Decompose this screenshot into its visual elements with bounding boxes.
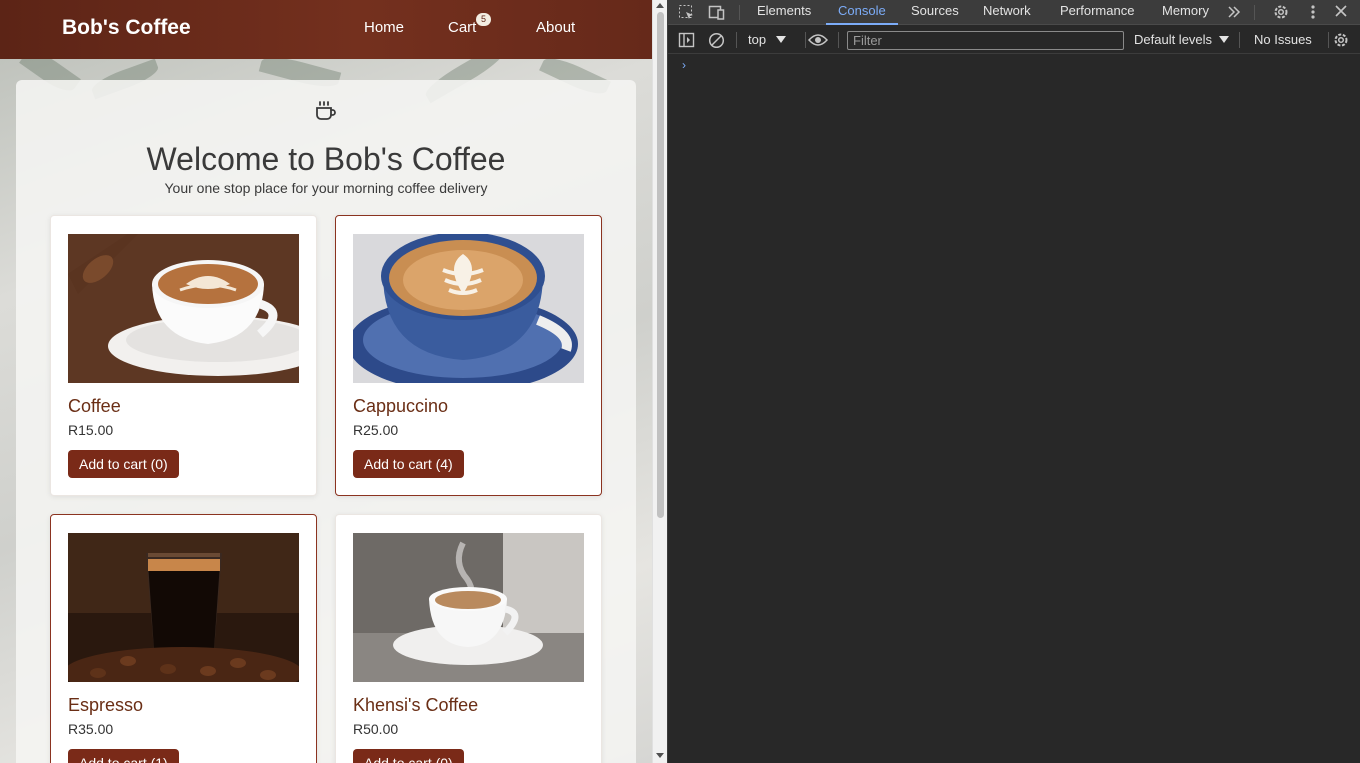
page-viewport: Bob's Coffee Home Cart 5 About Welcome t…	[0, 0, 652, 763]
nav-home-link[interactable]: Home	[364, 19, 404, 36]
close-devtools-icon[interactable]	[1334, 4, 1348, 18]
coffee-cup-icon	[316, 101, 336, 120]
add-to-cart-button[interactable]: Add to cart (1)	[68, 749, 179, 763]
toolbar-divider	[739, 5, 740, 20]
product-name: Cappuccino	[353, 396, 449, 416]
context-select-value: top	[748, 32, 767, 47]
brand-logo[interactable]: Bob's Coffee	[62, 16, 191, 40]
chevron-down-icon	[775, 36, 786, 43]
nav-cart-link[interactable]: Cart	[448, 19, 476, 36]
product-price: R25.00	[353, 422, 399, 438]
tab-network[interactable]: Network	[983, 3, 1031, 18]
chevron-down-icon	[1218, 36, 1229, 43]
tab-memory[interactable]: Memory	[1162, 3, 1209, 18]
product-name: Khensi's Coffee	[353, 695, 479, 715]
console-prompt-icon[interactable]: ›	[682, 58, 686, 72]
add-to-cart-button[interactable]: Add to cart (0)	[353, 749, 464, 763]
scroll-up-icon[interactable]	[656, 3, 664, 8]
tab-elements[interactable]: Elements	[757, 3, 811, 18]
sidebar-toggle-icon[interactable]	[678, 32, 695, 48]
device-toggle-icon[interactable]	[708, 4, 725, 21]
console-settings-gear-icon[interactable]	[1332, 31, 1350, 49]
add-to-cart-button[interactable]: Add to cart (0)	[68, 450, 179, 478]
product-price: R15.00	[68, 422, 114, 438]
toolbar-divider	[805, 32, 806, 48]
nav-about-link[interactable]: About	[536, 19, 575, 36]
product-name: Espresso	[68, 695, 144, 715]
console-filter-input[interactable]	[847, 31, 1124, 50]
product-card: Coffee R15.00 Add to cart (0)	[50, 215, 317, 496]
page-title: Welcome to Bob's Coffee	[146, 141, 506, 177]
devtools-tabbar: Elements Console Sources Network Perform…	[668, 0, 1360, 25]
page-subtitle: Your one stop place for your morning cof…	[164, 180, 488, 196]
khensis-coffee-photo	[353, 533, 584, 682]
toolbar-divider	[736, 32, 737, 48]
espresso-photo	[68, 533, 299, 682]
tab-console[interactable]: Console	[838, 3, 886, 18]
product-price: R50.00	[353, 721, 399, 737]
scroll-thumb[interactable]	[657, 12, 664, 518]
log-levels-select[interactable]: Default levels	[1134, 32, 1229, 47]
cart-count-badge: 5	[476, 13, 491, 26]
log-levels-value: Default levels	[1134, 32, 1213, 47]
product-card: Khensi's Coffee R50.00 Add to cart (0)	[335, 514, 602, 763]
cappuccino-photo	[353, 234, 584, 383]
issues-counter[interactable]: No Issues	[1254, 32, 1312, 47]
clear-console-icon[interactable]	[708, 32, 725, 49]
more-options-icon[interactable]	[1308, 3, 1318, 21]
console-toolbar: top Default levels No Issues	[668, 26, 1360, 54]
product-name: Coffee	[68, 396, 121, 416]
active-tab-indicator	[826, 23, 898, 25]
live-expression-eye-icon[interactable]	[808, 33, 828, 47]
toolbar-divider	[838, 32, 839, 48]
add-to-cart-button[interactable]: Add to cart (4)	[353, 450, 464, 478]
product-card: Cappuccino R25.00 Add to cart (4)	[335, 215, 602, 496]
context-select[interactable]: top	[748, 32, 786, 47]
toolbar-divider	[1328, 32, 1329, 48]
toolbar-divider	[1239, 32, 1240, 48]
page-scrollbar[interactable]	[652, 0, 667, 763]
scroll-down-icon[interactable]	[656, 753, 664, 758]
inspect-element-icon[interactable]	[678, 4, 695, 21]
devtools-panel: Elements Console Sources Network Perform…	[667, 0, 1360, 763]
navbar: Bob's Coffee Home Cart 5 About	[0, 0, 652, 59]
product-price: R35.00	[68, 721, 114, 737]
more-tabs-chevron-icon[interactable]	[1227, 5, 1241, 19]
coffee-latte-photo	[68, 234, 299, 383]
tab-sources[interactable]: Sources	[911, 3, 959, 18]
toolbar-divider	[1254, 5, 1255, 20]
product-card: Espresso R35.00 Add to cart (1)	[50, 514, 317, 763]
tab-performance[interactable]: Performance	[1060, 3, 1134, 18]
settings-gear-icon[interactable]	[1272, 3, 1290, 21]
